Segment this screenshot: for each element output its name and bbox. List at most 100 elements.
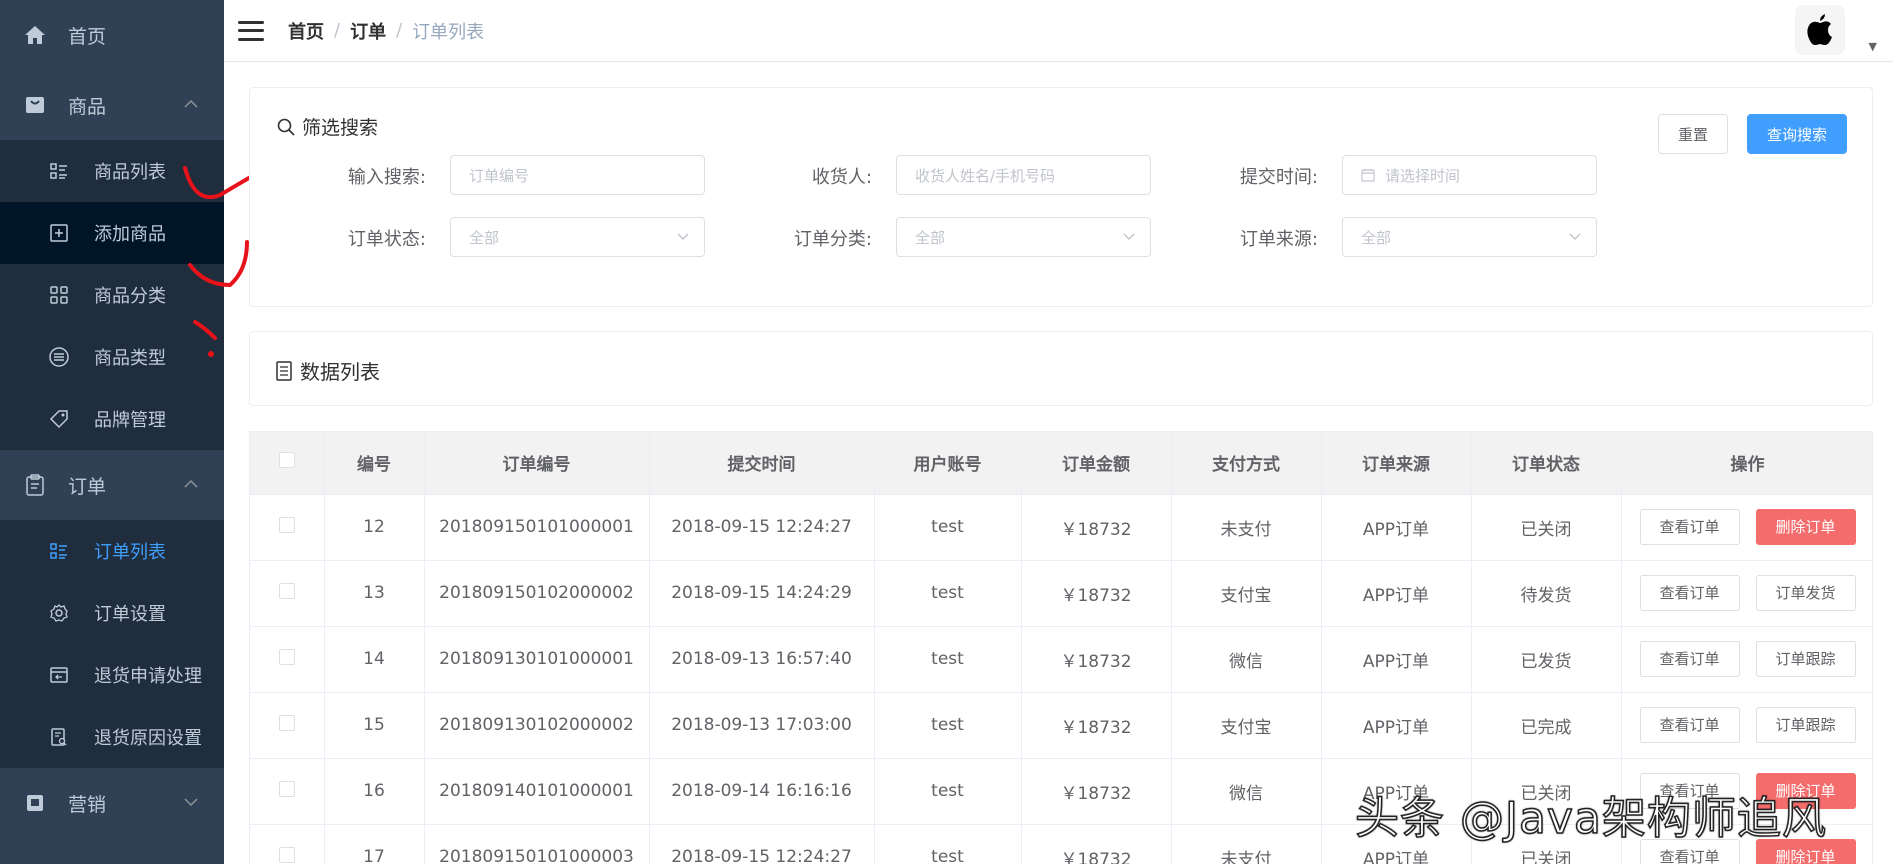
payment-method-cell: 未支付 <box>1171 494 1322 561</box>
order-action-button[interactable]: 订单发货 <box>1755 575 1856 611</box>
submit-time-picker[interactable]: 请选择时间 <box>1342 155 1597 195</box>
column-header[interactable]: 订单状态 <box>1471 432 1622 495</box>
column-header[interactable]: 用户账号 <box>874 432 1022 495</box>
order-no-cell: 201809150101000001 <box>424 494 650 561</box>
view-order-button[interactable]: 查看订单 <box>1639 773 1740 809</box>
sidebar-item-goods-type[interactable]: 商品类型 <box>0 326 224 388</box>
order-no-input[interactable]: 订单编号 <box>450 155 705 195</box>
order-no-cell: 201809140101000001 <box>424 758 650 825</box>
submit-time-cell: 2018-09-13 16:57:40 <box>649 626 875 693</box>
order-submenu: 订单列表 订单设置 退货申请处理 退货原因设置 <box>0 520 224 768</box>
sidebar-item-label: 退货原因设置 <box>94 728 202 749</box>
list-icon <box>48 540 70 562</box>
order-action-button[interactable]: 删除订单 <box>1755 773 1856 809</box>
select-all-checkbox[interactable] <box>278 452 295 469</box>
return-box-icon <box>48 664 70 686</box>
order-status-cell: 已关闭 <box>1471 758 1622 825</box>
sidebar-item-return-reason[interactable]: 退货原因设置 <box>0 706 224 768</box>
view-order-button[interactable]: 查看订单 <box>1639 839 1740 864</box>
row-checkbox[interactable] <box>278 714 295 731</box>
breadcrumb-item-home[interactable]: 首页 <box>288 18 324 44</box>
reset-button[interactable]: 重置 <box>1658 114 1728 154</box>
payment-method-cell: 微信 <box>1171 758 1322 825</box>
sidebar-item-brand[interactable]: 品牌管理 <box>0 388 224 450</box>
list-circle-icon <box>48 346 70 368</box>
row-checkbox[interactable] <box>278 516 295 533</box>
submit-time-cell: 2018-09-14 16:16:16 <box>649 758 875 825</box>
chevron-down-icon <box>184 795 198 811</box>
table-row: 13 201809150102000002 2018-09-15 14:24:29 t… <box>250 560 1872 627</box>
row-select-cell <box>250 494 325 561</box>
order-source-cell: APP订单 <box>1321 494 1472 561</box>
table-header-row: 编号 订单编号 提交时间 用户账号 订单金额 支付方式 订单来源 订单状态 操作 <box>250 432 1872 495</box>
sidebar-item-label: 首页 <box>68 25 107 48</box>
hamburger-icon[interactable] <box>238 20 264 41</box>
sidebar-item-goods-list[interactable]: 商品列表 <box>0 140 224 202</box>
order-status-cell: 待发货 <box>1471 560 1622 627</box>
order-amount-cell: ￥18732 <box>1021 626 1172 693</box>
column-header[interactable]: 支付方式 <box>1171 432 1322 495</box>
payment-method-cell: 支付宝 <box>1171 560 1322 627</box>
clipboard-icon <box>22 472 48 498</box>
status-select[interactable]: 全部 <box>450 217 705 257</box>
document-search-icon <box>48 726 70 748</box>
list-title: 数据列表 <box>276 356 380 385</box>
submit-time-cell: 2018-09-15 12:24:27 <box>649 494 875 561</box>
sidebar-item-order[interactable]: 订单 <box>0 450 224 520</box>
add-box-icon <box>48 222 70 244</box>
column-header[interactable]: 订单来源 <box>1321 432 1472 495</box>
sidebar-item-label: 商品类型 <box>94 348 166 369</box>
submit-time-cell: 2018-09-15 14:24:29 <box>649 560 875 627</box>
sidebar-item-goods[interactable]: 商品 <box>0 70 224 140</box>
sidebar-item-goods-category[interactable]: 商品分类 <box>0 264 224 326</box>
search-button[interactable]: 查询搜索 <box>1747 114 1847 154</box>
order-action-button[interactable]: 订单跟踪 <box>1755 707 1856 743</box>
sidebar-item-return-apply[interactable]: 退货申请处理 <box>0 644 224 706</box>
column-header[interactable]: 编号 <box>324 432 425 495</box>
order-action-button[interactable]: 删除订单 <box>1755 509 1856 545</box>
row-checkbox[interactable] <box>278 846 295 863</box>
source-label: 订单来源: <box>1239 229 1318 250</box>
category-select[interactable]: 全部 <box>896 217 1151 257</box>
view-order-button[interactable]: 查看订单 <box>1639 509 1740 545</box>
sidebar: 首页 商品 商品列表 添加商品 商品分类 商品类型 品牌管理 订单 订单列表 订… <box>0 0 224 864</box>
sidebar-item-order-settings[interactable]: 订单设置 <box>0 582 224 644</box>
sidebar-item-order-list[interactable]: 订单列表 <box>0 520 224 582</box>
sidebar-item-add-goods[interactable]: 添加商品 <box>0 202 224 264</box>
source-select[interactable]: 全部 <box>1342 217 1597 257</box>
filter-card: 筛选搜索 重置 查询搜索 输入搜索: 订单编号 收货人: 收货人姓名/手机号码 … <box>249 87 1873 307</box>
sidebar-item-label: 订单设置 <box>94 604 166 625</box>
row-checkbox[interactable] <box>278 780 295 797</box>
view-order-button[interactable]: 查看订单 <box>1639 575 1740 611</box>
column-header[interactable]: 订单编号 <box>424 432 650 495</box>
caret-down-icon[interactable]: ▼ <box>1869 40 1877 53</box>
row-checkbox[interactable] <box>278 582 295 599</box>
chevron-up-icon <box>184 477 198 493</box>
sidebar-item-marketing[interactable]: 营销 <box>0 768 224 838</box>
breadcrumb: 首页 / 订单 / 订单列表 <box>288 18 484 44</box>
column-header[interactable]: 订单金额 <box>1021 432 1172 495</box>
user-account-cell: test <box>874 560 1022 627</box>
user-account-cell: test <box>874 824 1022 864</box>
row-select-cell <box>250 692 325 759</box>
row-select-cell <box>250 758 325 825</box>
avatar[interactable] <box>1795 5 1845 55</box>
sidebar-item-label: 品牌管理 <box>94 410 166 431</box>
order-status-cell: 已发货 <box>1471 626 1622 693</box>
order-source-cell: APP订单 <box>1321 824 1472 864</box>
view-order-button[interactable]: 查看订单 <box>1639 641 1740 677</box>
table-row: 12 201809150101000001 2018-09-15 12:24:27 t… <box>250 494 1872 561</box>
gear-icon <box>48 602 70 624</box>
order-action-button[interactable]: 删除订单 <box>1755 839 1856 864</box>
sidebar-item-home[interactable]: 首页 <box>0 0 224 70</box>
user-account-cell: test <box>874 758 1022 825</box>
order-action-button[interactable]: 订单跟踪 <box>1755 641 1856 677</box>
view-order-button[interactable]: 查看订单 <box>1639 707 1740 743</box>
category-label: 订单分类: <box>793 229 872 250</box>
column-header[interactable]: 提交时间 <box>649 432 875 495</box>
chevron-down-icon <box>1122 229 1136 247</box>
breadcrumb-item-order[interactable]: 订单 <box>350 18 386 44</box>
row-checkbox[interactable] <box>278 648 295 665</box>
receiver-input[interactable]: 收货人姓名/手机号码 <box>896 155 1151 195</box>
actions-cell: 查看订单 订单跟踪 <box>1621 692 1872 759</box>
